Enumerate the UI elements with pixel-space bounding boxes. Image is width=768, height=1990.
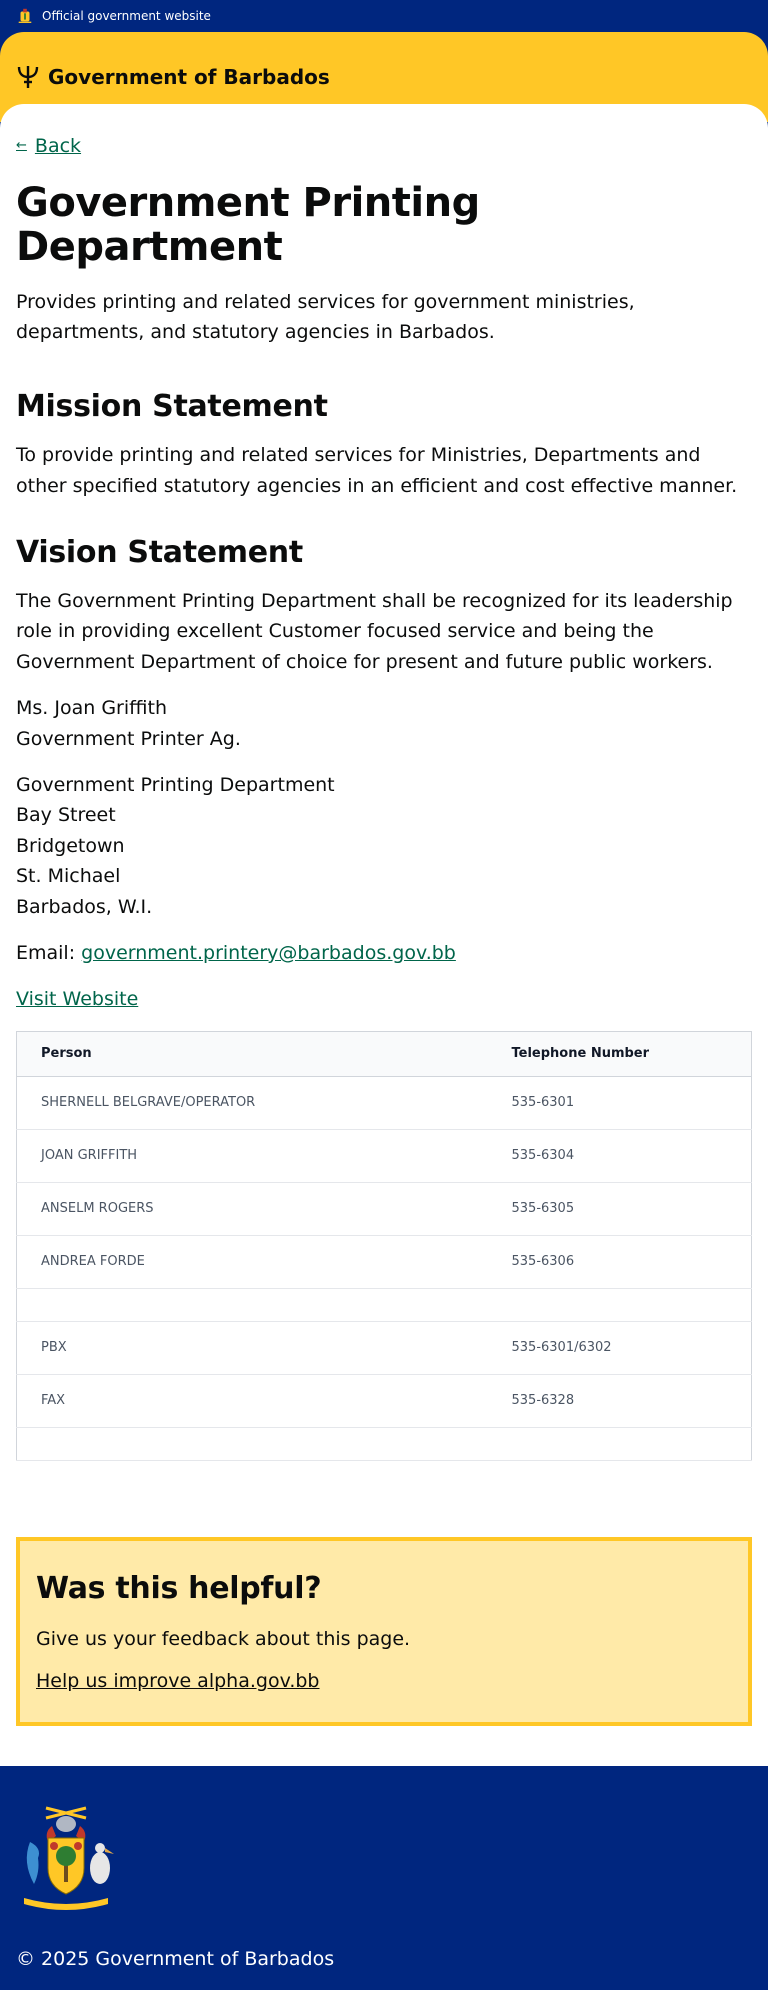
contact-name: Ms. Joan Griffith	[16, 697, 167, 720]
coat-of-arms-icon	[24, 1806, 114, 1911]
person-cell: SHERNELL BELGRAVE/OPERATOR	[16, 1076, 488, 1130]
phone-cell: 535-6301	[487, 1076, 752, 1130]
person-cell: FAX	[16, 1374, 488, 1428]
postal-address: Government Printing Department Bay Stree…	[16, 770, 752, 922]
table-row: ANDREA FORDE 535-6306	[16, 1235, 752, 1289]
address-line: St. Michael	[16, 865, 121, 888]
back-link[interactable]: ← Back	[16, 135, 81, 157]
person-cell: ANSELM ROGERS	[16, 1182, 488, 1236]
visit-website-link[interactable]: Visit Website	[16, 988, 138, 1010]
site-name-link[interactable]: Government of Barbados	[48, 65, 330, 89]
footer-copyright: © 2025 Government of Barbados	[16, 1948, 335, 1971]
coat-of-arms-icon	[18, 8, 32, 23]
column-header-person: Person	[16, 1031, 488, 1077]
person-cell	[16, 1288, 488, 1322]
phone-cell	[487, 1288, 752, 1322]
table-row: JOAN GRIFFITH 535-6304	[16, 1129, 752, 1183]
table-row: FAX 535-6328	[16, 1374, 752, 1428]
phone-cell	[487, 1427, 752, 1461]
official-banner-label: Official government website	[42, 9, 211, 23]
site-footer: © 2025 Government of Barbados	[0, 1766, 768, 1990]
feedback-link[interactable]: Help us improve alpha.gov.bb	[36, 1670, 320, 1692]
contacts-table: Person Telephone Number SHERNELL BELGRAV…	[16, 1030, 752, 1461]
person-cell: PBX	[16, 1321, 488, 1375]
official-banner: Official government website	[0, 0, 768, 32]
phone-cell: 535-6306	[487, 1235, 752, 1289]
page-title: Government Printing Department	[16, 179, 480, 270]
feedback-panel: Was this helpful? Give us your feedback …	[16, 1536, 752, 1727]
mission-text: To provide printing and related services…	[16, 444, 738, 497]
vision-heading: Vision Statement	[16, 535, 303, 571]
arrow-left-icon: ←	[16, 138, 27, 153]
email-label: Email:	[16, 941, 82, 964]
table-row: ANSELM ROGERS 535-6305	[16, 1182, 752, 1236]
website-row: Visit Website	[16, 984, 752, 1014]
main-content: ← Back Government Printing Department Pr…	[0, 104, 768, 1767]
feedback-heading: Was this helpful?	[36, 1570, 322, 1606]
table-row: PBX 535-6301/6302	[16, 1321, 752, 1375]
address-line: Barbados, W.I.	[16, 895, 153, 918]
table-row: SHERNELL BELGRAVE/OPERATOR 535-6301	[16, 1076, 752, 1130]
trident-icon	[17, 66, 39, 88]
mission-heading: Mission Statement	[16, 389, 328, 425]
address-line: Government Printing Department	[16, 774, 335, 797]
person-cell: ANDREA FORDE	[16, 1235, 488, 1289]
email-link[interactable]: government.printery@barbados.gov.bb	[81, 942, 456, 964]
phone-cell: 535-6301/6302	[487, 1321, 752, 1375]
phone-cell: 535-6305	[487, 1182, 752, 1236]
column-header-phone: Telephone Number	[487, 1031, 752, 1077]
contact-person: Ms. Joan Griffith Government Printer Ag.	[16, 693, 752, 754]
phone-cell: 535-6304	[487, 1129, 752, 1183]
address-line: Bridgetown	[16, 834, 125, 857]
table-row-empty	[16, 1427, 752, 1461]
person-cell: JOAN GRIFFITH	[16, 1129, 488, 1183]
back-link-label: Back	[34, 134, 82, 157]
address-line: Bay Street	[16, 804, 116, 827]
email-row: Email: government.printery@barbados.gov.…	[16, 938, 752, 968]
feedback-text: Give us your feedback about this page.	[36, 1627, 411, 1650]
contact-title: Government Printer Ag.	[16, 727, 241, 750]
table-header-row: Person Telephone Number	[16, 1031, 752, 1077]
person-cell	[16, 1427, 488, 1461]
vision-text: The Government Printing Department shall…	[16, 590, 733, 673]
page-lead: Provides printing and related services f…	[16, 290, 635, 343]
phone-cell: 535-6328	[487, 1374, 752, 1428]
table-row-empty	[16, 1288, 752, 1322]
